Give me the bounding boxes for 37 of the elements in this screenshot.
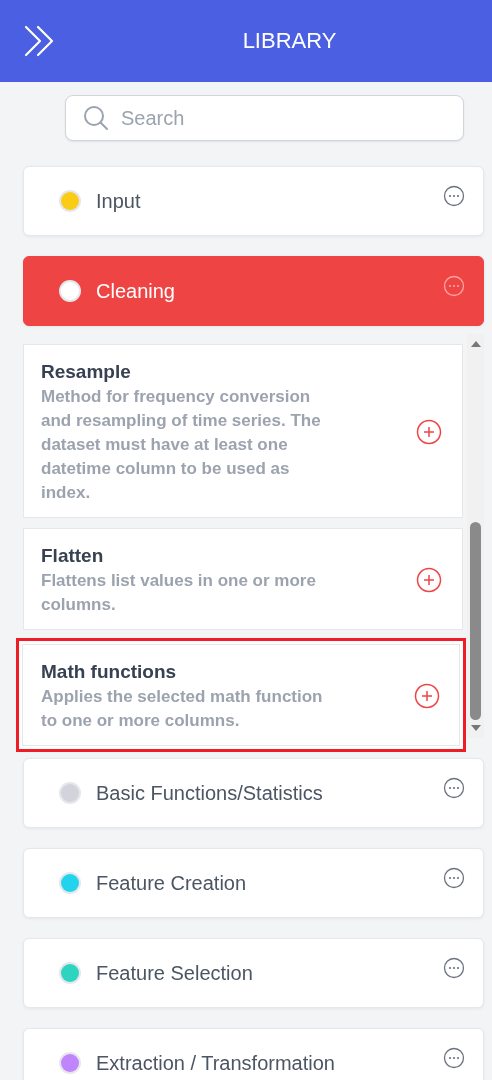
function-title: Math functions (41, 660, 178, 684)
function-item[interactable]: Math functions Applies the selected math function to one or more columns. (16, 638, 466, 752)
category-item[interactable]: Input (23, 166, 484, 236)
more-options-icon[interactable] (443, 275, 465, 297)
more-options-icon[interactable] (443, 777, 465, 799)
category-item[interactable]: Feature Selection (23, 938, 484, 1008)
category-item[interactable]: Extraction / Transformation (23, 1028, 484, 1080)
category-label: Cleaning (96, 279, 176, 303)
search-input[interactable]: Search (119, 105, 423, 131)
function-description: Flattens list values in one or more columns. (41, 570, 317, 616)
category-label: Feature Selection (96, 961, 254, 985)
category-label: Input (96, 189, 142, 213)
category-label: Extraction / Transformation (96, 1051, 336, 1075)
more-options-icon[interactable] (443, 185, 465, 207)
scroll-down-arrow-icon[interactable] (469, 724, 482, 732)
category-item[interactable]: Feature Creation (23, 848, 484, 918)
function-title: Flatten (41, 544, 105, 568)
function-description: Method for frequency conversion and resampling of time series. The dataset must have at least one datetime column to be used as index. (41, 386, 322, 504)
more-options-icon[interactable] (443, 957, 465, 979)
library-title: LIBRARY (241, 28, 338, 54)
scroll-up-arrow-icon[interactable] (469, 340, 482, 348)
more-options-icon[interactable] (443, 1047, 465, 1069)
category-label: Feature Creation (96, 871, 248, 895)
search-field[interactable]: Search (65, 95, 464, 141)
add-icon[interactable] (416, 567, 442, 593)
more-options-icon[interactable] (443, 867, 465, 889)
function-title: Resample (41, 360, 132, 384)
category-item[interactable]: Basic Functions/Statistics (23, 758, 484, 828)
add-icon[interactable] (414, 683, 440, 709)
add-icon[interactable] (416, 419, 442, 445)
category-label: Basic Functions/Statistics (96, 781, 324, 805)
function-item[interactable]: Resample Method for frequency conversion and resampling of time series. The dataset must have at least one datetime column to be used as index. (23, 344, 463, 518)
scrollbar[interactable] (467, 334, 484, 738)
function-description: Applies the selected math function to one or more columns. (41, 686, 324, 732)
search-icon (83, 105, 109, 131)
function-item[interactable]: Flatten Flattens list values in one or more columns. (23, 528, 463, 630)
category-item[interactable]: Cleaning (23, 256, 484, 326)
